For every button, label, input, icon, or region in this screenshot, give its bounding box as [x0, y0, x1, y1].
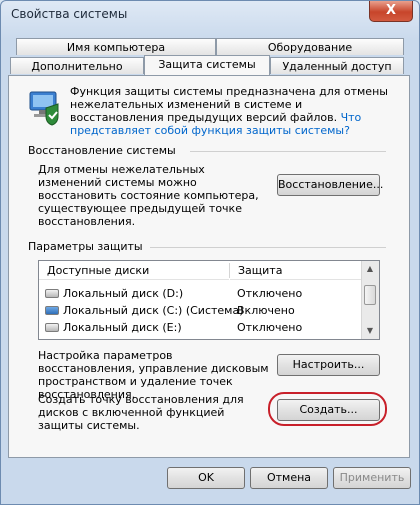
- vertical-scrollbar[interactable]: ▲ ▼: [361, 261, 379, 339]
- column-header-protection[interactable]: Защита: [230, 261, 362, 280]
- table-row[interactable]: Локальный диск (E:) Отключено: [39, 320, 361, 336]
- tab-remote[interactable]: Удаленный доступ: [270, 57, 404, 74]
- window-title: Свойства системы: [11, 7, 128, 21]
- drives-list[interactable]: Доступные диски Защита Локальный диск (D…: [38, 260, 380, 340]
- drive-status: Отключено: [237, 287, 303, 300]
- restore-group-label: Восстановление системы: [28, 144, 176, 157]
- drive-icon: [45, 289, 59, 298]
- drive-icon: [45, 323, 59, 332]
- close-button[interactable]: X: [369, 1, 413, 22]
- configure-button[interactable]: Настроить...: [277, 354, 380, 376]
- restore-divider: [190, 151, 386, 152]
- table-row[interactable]: Локальный диск (D:) Отключено: [39, 286, 361, 302]
- protection-divider: [150, 247, 386, 248]
- table-row[interactable]: Локальный диск (C:) (Система) Включено: [39, 303, 361, 319]
- system-drive-icon: [45, 306, 59, 315]
- create-button[interactable]: Создать...: [277, 399, 380, 421]
- drive-name: Локальный диск (E:): [63, 321, 182, 334]
- tab-system-protection[interactable]: Защита системы: [144, 55, 270, 75]
- scroll-up-arrow-icon[interactable]: ▲: [362, 261, 378, 277]
- drive-name: Локальный диск (C:) (Система): [63, 304, 244, 317]
- cancel-button[interactable]: Отмена: [250, 467, 328, 489]
- column-header-drives[interactable]: Доступные диски: [39, 261, 229, 280]
- create-description: Создать точку восстановления для дисков …: [38, 393, 244, 432]
- apply-button[interactable]: Применить: [333, 467, 411, 489]
- tab-advanced[interactable]: Дополнительно: [10, 57, 144, 74]
- scrollbar-thumb[interactable]: [364, 285, 376, 305]
- ok-button[interactable]: OK: [167, 467, 245, 489]
- drive-name: Локальный диск (D:): [63, 287, 184, 300]
- drive-status: Отключено: [237, 321, 303, 334]
- system-restore-button[interactable]: Восстановление...: [277, 174, 383, 196]
- protection-group-label: Параметры защиты: [28, 240, 143, 253]
- intro-text: Функция защиты системы предназначена для…: [70, 85, 395, 137]
- computer-shield-icon: [29, 91, 59, 126]
- tab-hardware[interactable]: Оборудование: [216, 38, 404, 55]
- scroll-down-arrow-icon[interactable]: ▼: [362, 323, 378, 339]
- restore-description: Для отмены нежелательных изменений систе…: [38, 163, 259, 228]
- tab-computer-name[interactable]: Имя компьютера: [16, 38, 216, 55]
- drive-status: Включено: [237, 304, 295, 317]
